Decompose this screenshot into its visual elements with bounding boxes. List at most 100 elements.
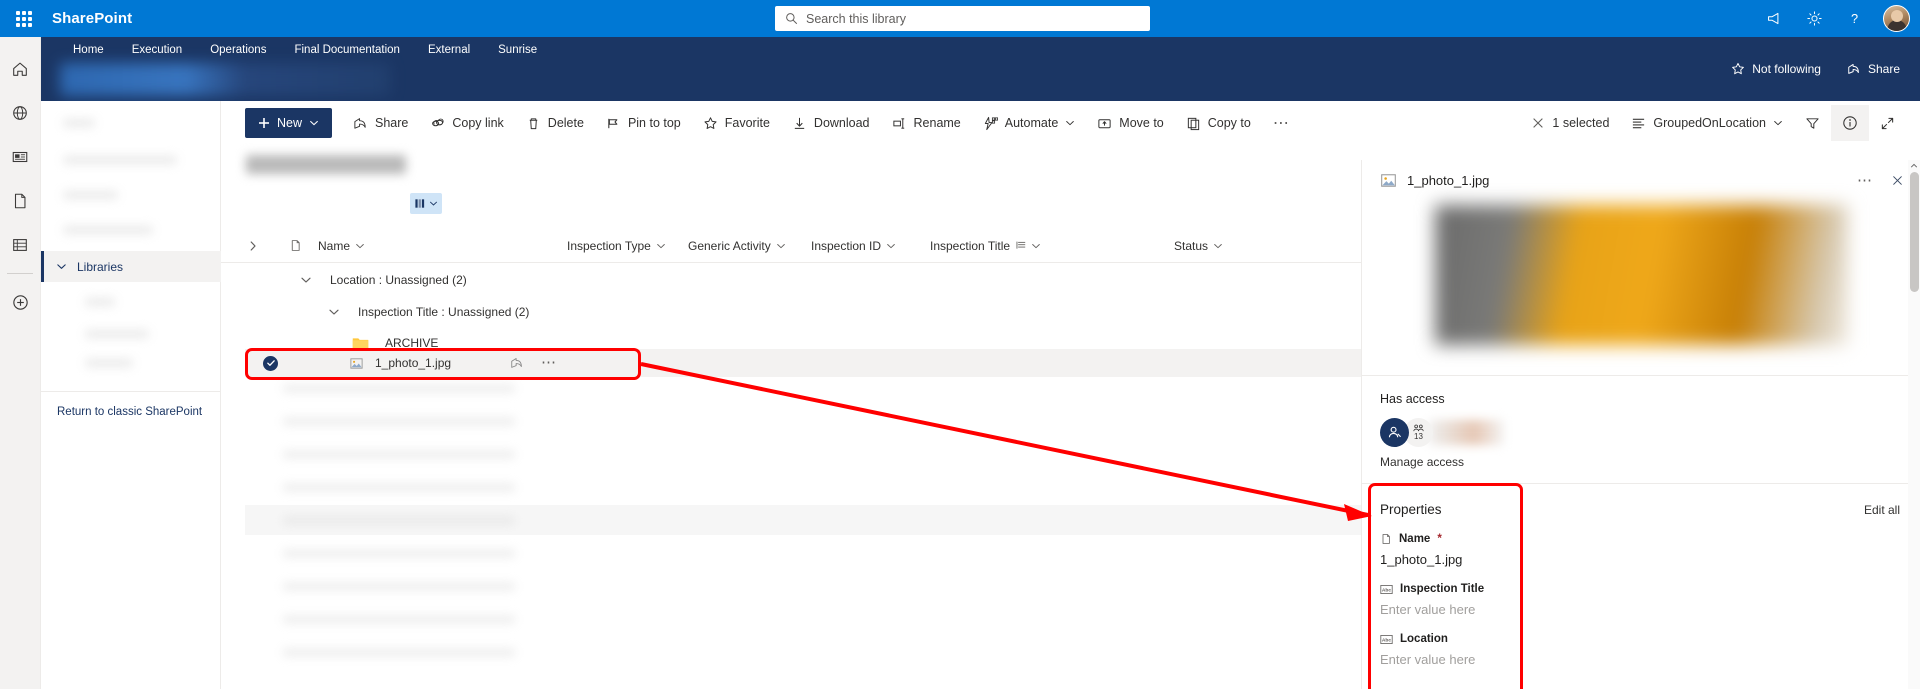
user-avatar[interactable] bbox=[1883, 5, 1910, 32]
pin-icon bbox=[606, 116, 621, 131]
search-input[interactable]: Search this library bbox=[775, 6, 1150, 31]
favorite-label: Favorite bbox=[724, 116, 770, 130]
overflow-menu-button[interactable]: ⋯ bbox=[1262, 105, 1301, 141]
nav-redacted-library[interactable] bbox=[85, 330, 149, 338]
page-icon[interactable] bbox=[0, 179, 41, 223]
row-checkbox[interactable] bbox=[263, 355, 278, 371]
filter-button[interactable] bbox=[1794, 105, 1831, 141]
library-title-redacted bbox=[246, 155, 406, 174]
nav-redacted-item[interactable] bbox=[63, 156, 177, 164]
suite-brand[interactable]: SharePoint bbox=[48, 10, 132, 27]
copy-link-button[interactable]: Copy link bbox=[419, 105, 514, 141]
property-value-location[interactable]: Enter value here bbox=[1380, 652, 1902, 667]
property-value-inspection-title[interactable]: Enter value here bbox=[1380, 602, 1902, 617]
nav-item-final-documentation[interactable]: Final Documentation bbox=[280, 40, 413, 60]
gear-icon[interactable] bbox=[1797, 0, 1831, 37]
edit-all-button[interactable]: Edit all bbox=[1864, 503, 1900, 517]
column-label: Name bbox=[318, 238, 351, 253]
nav-redacted-item[interactable] bbox=[63, 226, 153, 234]
selection-count[interactable]: 1 selected bbox=[1520, 105, 1620, 141]
info-button[interactable] bbox=[1831, 105, 1869, 141]
site-navigation: Home Execution Operations Final Document… bbox=[41, 37, 1920, 63]
news-icon[interactable] bbox=[0, 135, 41, 179]
return-to-classic-label[interactable]: Return to classic SharePoint bbox=[57, 406, 202, 418]
automate-button[interactable]: Automate bbox=[972, 105, 1087, 141]
megaphone-icon[interactable] bbox=[1757, 0, 1791, 37]
nav-redacted-item[interactable] bbox=[63, 119, 95, 127]
group-row-inspection-title[interactable]: Inspection Title : Unassigned (2) bbox=[221, 296, 1361, 328]
delete-label: Delete bbox=[547, 116, 584, 130]
svg-text:?: ? bbox=[1850, 11, 1857, 26]
list-icon[interactable] bbox=[0, 223, 41, 267]
help-icon[interactable]: ? bbox=[1837, 0, 1871, 37]
row-share-icon[interactable] bbox=[510, 356, 524, 370]
column-header-generic-activity[interactable]: Generic Activity bbox=[688, 228, 786, 263]
copy-to-button[interactable]: Copy to bbox=[1175, 105, 1262, 141]
group-label: Location : Unassigned (2) bbox=[330, 273, 467, 287]
column-header-status[interactable]: Status bbox=[1174, 228, 1223, 263]
nav-redacted-library[interactable] bbox=[85, 298, 115, 306]
scroll-up-icon[interactable] bbox=[1910, 162, 1918, 170]
chevron-down-icon[interactable] bbox=[300, 274, 312, 286]
column-header-inspection-title[interactable]: Inspection Title bbox=[930, 228, 1041, 263]
column-label: Status bbox=[1174, 238, 1209, 253]
return-to-classic-sharepoint[interactable]: Return to classic SharePoint bbox=[41, 391, 221, 431]
favorite-button[interactable]: Favorite bbox=[692, 105, 781, 141]
view-switcher-button[interactable] bbox=[410, 193, 442, 214]
row-more-icon[interactable]: ⋯ bbox=[541, 355, 557, 370]
info-icon bbox=[1842, 115, 1858, 131]
home-icon[interactable] bbox=[0, 47, 41, 91]
add-person-icon[interactable] bbox=[1380, 418, 1409, 447]
scrollbar-thumb[interactable] bbox=[1910, 172, 1919, 292]
list-rows-redacted bbox=[283, 385, 515, 689]
file-preview-thumbnail[interactable] bbox=[1434, 205, 1848, 345]
download-button[interactable]: Download bbox=[781, 105, 881, 141]
nav-item-external[interactable]: External bbox=[414, 40, 484, 60]
details-scrollbar[interactable] bbox=[1908, 160, 1920, 689]
create-icon[interactable] bbox=[0, 280, 41, 324]
details-more-icon[interactable]: ⋯ bbox=[1854, 169, 1876, 191]
expand-button[interactable] bbox=[1869, 105, 1906, 141]
column-label: Generic Activity bbox=[688, 238, 771, 253]
column-header-filetype[interactable] bbox=[289, 228, 302, 263]
pin-to-top-button[interactable]: Pin to top bbox=[595, 105, 692, 141]
rename-button[interactable]: Rename bbox=[881, 105, 972, 141]
row-name[interactable]: 1_photo_1.jpg bbox=[375, 356, 451, 370]
globe-icon[interactable] bbox=[0, 91, 41, 135]
delete-button[interactable]: Delete bbox=[515, 105, 595, 141]
column-header-name[interactable]: Name bbox=[318, 228, 365, 263]
sidebar-item-libraries[interactable]: Libraries bbox=[41, 251, 221, 282]
image-file-icon bbox=[1380, 172, 1397, 189]
row-name[interactable]: ARCHIVE bbox=[385, 336, 438, 350]
app-launcher-icon[interactable] bbox=[0, 0, 48, 37]
view-selector[interactable]: GroupedOnLocation bbox=[1620, 105, 1794, 141]
chevron-down-icon bbox=[429, 199, 438, 208]
not-following-button[interactable]: Not following bbox=[1731, 62, 1821, 76]
nav-item-execution[interactable]: Execution bbox=[118, 40, 197, 60]
nav-item-home[interactable]: Home bbox=[59, 40, 118, 60]
nav-item-operations[interactable]: Operations bbox=[196, 40, 280, 60]
nav-item-sunrise[interactable]: Sunrise bbox=[484, 40, 551, 60]
column-header-inspection-type[interactable]: Inspection Type bbox=[567, 228, 666, 263]
share-site-button[interactable]: Share bbox=[1847, 62, 1900, 76]
column-header-inspection-id[interactable]: Inspection ID bbox=[811, 228, 896, 263]
chevron-down-icon bbox=[1773, 118, 1783, 128]
command-bar: New Share Copy link Delete Pin to top Fa… bbox=[221, 101, 1920, 145]
expand-all-toggle[interactable] bbox=[247, 228, 259, 263]
copy-link-label: Copy link bbox=[452, 116, 504, 130]
nav-redacted-library[interactable] bbox=[85, 359, 133, 367]
column-label: Inspection ID bbox=[811, 238, 882, 253]
close-icon[interactable] bbox=[1886, 169, 1908, 191]
share-button[interactable]: Share bbox=[342, 105, 419, 141]
table-row[interactable]: 1_photo_1.jpg ⋯ bbox=[245, 349, 1361, 377]
properties-title: Properties bbox=[1380, 502, 1442, 517]
property-value-name[interactable]: 1_photo_1.jpg bbox=[1380, 552, 1902, 567]
nav-redacted-item[interactable] bbox=[63, 191, 118, 199]
manage-access-link[interactable]: Manage access bbox=[1380, 455, 1920, 469]
new-button[interactable]: New bbox=[245, 108, 333, 138]
move-to-button[interactable]: Move to bbox=[1086, 105, 1174, 141]
automate-label: Automate bbox=[1004, 116, 1059, 130]
group-row-location[interactable]: Location : Unassigned (2) bbox=[221, 264, 1361, 296]
chevron-down-icon[interactable] bbox=[328, 306, 340, 318]
rail-divider bbox=[7, 273, 33, 274]
